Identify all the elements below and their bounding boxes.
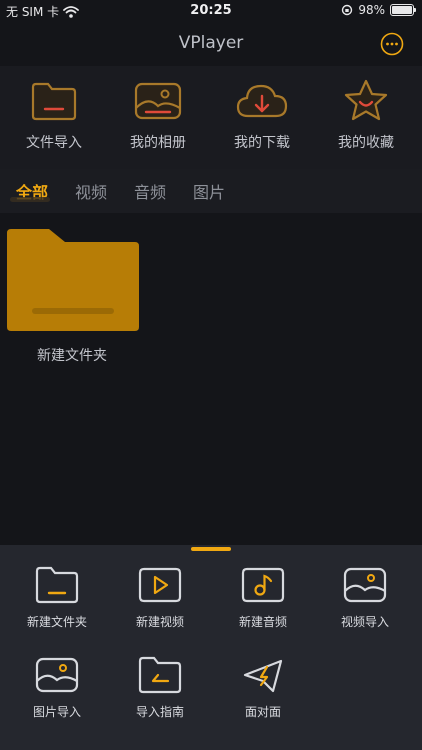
action-sheet: 新建文件夹 新建视频 新建音频 视频导入 图片导入 导入指南 面对面 bbox=[0, 545, 422, 750]
tab-indicator bbox=[10, 197, 50, 202]
action-face-to-face[interactable]: 面对面 bbox=[211, 653, 315, 720]
play-icon bbox=[138, 567, 182, 603]
battery-percent: 98% bbox=[358, 3, 385, 17]
cloud-download-icon bbox=[236, 84, 288, 118]
tab-image[interactable]: 图片 bbox=[193, 179, 225, 203]
quick-file-import[interactable]: 文件导入 bbox=[2, 78, 106, 152]
quick-my-album[interactable]: 我的相册 bbox=[106, 78, 210, 152]
battery-fill bbox=[392, 6, 412, 14]
quick-my-downloads[interactable]: 我的下载 bbox=[210, 78, 314, 152]
app-title: VPlayer bbox=[178, 33, 244, 53]
quick-label: 我的下载 bbox=[234, 135, 290, 151]
quick-label: 我的相册 bbox=[130, 135, 186, 151]
action-label: 图片导入 bbox=[32, 705, 81, 719]
quick-label: 文件导入 bbox=[26, 135, 82, 151]
tab-video[interactable]: 视频 bbox=[75, 179, 107, 203]
sheet-handle[interactable] bbox=[191, 547, 231, 551]
action-image-import[interactable]: 图片导入 bbox=[5, 653, 109, 720]
file-item-label: 新建文件夹 bbox=[37, 348, 107, 364]
filter-tabs: 全部 视频 音频 图片 bbox=[0, 169, 422, 213]
guide-folder-icon bbox=[138, 656, 182, 694]
star-icon bbox=[344, 79, 388, 121]
ellipsis-circle-icon[interactable] bbox=[380, 32, 404, 56]
action-new-video[interactable]: 新建视频 bbox=[108, 563, 212, 630]
action-label: 导入指南 bbox=[135, 705, 184, 719]
action-label: 新建文件夹 bbox=[26, 615, 87, 629]
action-label: 新建音频 bbox=[238, 615, 287, 629]
tab-audio[interactable]: 音频 bbox=[134, 179, 166, 203]
orientation-lock-icon bbox=[342, 4, 353, 16]
video-import-icon bbox=[343, 567, 387, 603]
quick-my-favorites[interactable]: 我的收藏 bbox=[314, 78, 418, 152]
music-note-icon bbox=[241, 567, 285, 603]
file-grid: 新建文件夹 bbox=[0, 213, 422, 545]
action-new-folder[interactable]: 新建文件夹 bbox=[5, 563, 109, 630]
folder-icon bbox=[31, 82, 77, 121]
nav-bar: VPlayer bbox=[0, 22, 422, 66]
action-video-import[interactable]: 视频导入 bbox=[313, 563, 417, 630]
paper-plane-icon bbox=[243, 659, 283, 693]
photo-album-icon bbox=[134, 82, 182, 120]
status-right: 98% bbox=[341, 3, 416, 17]
battery-icon bbox=[390, 4, 416, 16]
folder-icon bbox=[35, 566, 79, 604]
quick-label: 我的收藏 bbox=[338, 135, 394, 151]
action-label: 面对面 bbox=[244, 705, 281, 719]
action-import-guide[interactable]: 导入指南 bbox=[108, 653, 212, 720]
quick-actions: 文件导入 我的相册 我的下载 我的收藏 bbox=[0, 66, 422, 169]
action-new-audio[interactable]: 新建音频 bbox=[211, 563, 315, 630]
action-label: 视频导入 bbox=[340, 615, 389, 629]
action-label: 新建视频 bbox=[135, 615, 184, 629]
status-bar: 无 SIM 卡 20:25 98% bbox=[0, 0, 422, 22]
folder-icon bbox=[7, 229, 139, 331]
image-import-icon bbox=[35, 657, 79, 693]
